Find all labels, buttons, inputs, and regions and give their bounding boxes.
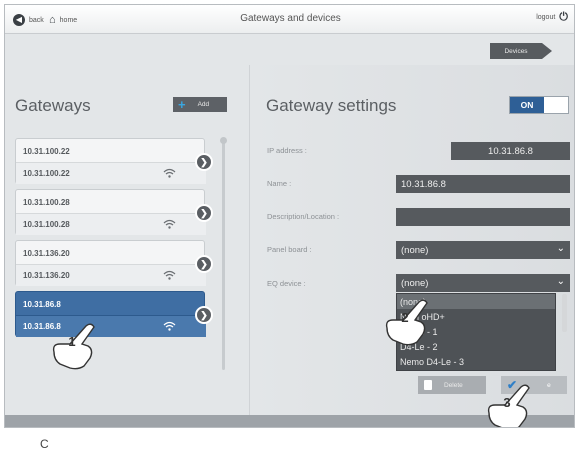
chevron-right-icon[interactable]: ❯ — [195, 153, 213, 171]
gateways-pane: Gateways + Add 10.31.100.22 10.31.100.22… — [5, 65, 249, 417]
gateway-ip: 10.31.100.22 — [23, 146, 70, 156]
toggle-on-label: ON — [510, 97, 544, 113]
gateway-name: 10.31.86.8 — [16, 315, 206, 337]
dropdown-scrollbar[interactable] — [562, 294, 567, 332]
logout-label: logout — [536, 14, 556, 21]
chevron-down-icon: ⌄ — [556, 276, 565, 287]
trash-icon — [424, 380, 432, 390]
stray-character: C — [40, 437, 49, 451]
chevron-right-icon[interactable]: ❯ — [195, 255, 213, 273]
gateway-ip: 10.31.86.8 — [23, 299, 61, 309]
panel-board-select[interactable]: (none) ⌄ — [396, 241, 570, 259]
logout-button[interactable]: logout ⏻ — [536, 12, 568, 23]
settings-pane: Gateway settings ON IP address : 10.31.8… — [250, 65, 574, 417]
devices-button[interactable]: Devices — [490, 43, 552, 59]
panel-board-label: Panel board : — [267, 245, 312, 254]
settings-title: Gateway settings — [266, 96, 397, 115]
description-label: Description/Location : — [267, 212, 340, 221]
gateway-on-toggle[interactable]: ON — [509, 96, 569, 114]
wifi-icon — [163, 315, 176, 337]
chevron-right-icon[interactable]: ❯ — [195, 306, 213, 324]
wifi-icon — [163, 162, 176, 184]
app-window: ◀ back ⌂ home Gateways and devices logou… — [4, 4, 575, 428]
top-bar: ◀ back ⌂ home Gateways and devices logou… — [5, 5, 574, 34]
delete-label: Delete — [444, 381, 463, 389]
description-field[interactable] — [396, 208, 570, 226]
ip-label: IP address : — [267, 146, 307, 155]
wifi-icon — [163, 264, 176, 286]
gateway-card-selected[interactable]: 10.31.86.8 10.31.86.8 ❯ — [15, 291, 213, 337]
gateway-name: 10.31.100.22 — [16, 162, 206, 184]
step-number: 3 — [503, 395, 511, 410]
eq-device-label: EQ device : — [267, 279, 306, 288]
gateways-title: Gateways — [15, 96, 91, 115]
gateway-scrollbar[interactable] — [222, 140, 225, 370]
chevron-right-icon[interactable]: ❯ — [195, 204, 213, 222]
page-title: Gateways and devices — [240, 13, 341, 24]
gateway-name: 10.31.136.20 — [16, 264, 206, 286]
add-label: Add — [197, 101, 210, 108]
gateway-card[interactable]: 10.31.100.22 10.31.100.22 ❯ — [15, 138, 213, 184]
dropdown-option[interactable]: Nemo D4-Le - 3 — [397, 354, 555, 369]
gateway-card[interactable]: 10.31.136.20 10.31.136.20 ❯ — [15, 240, 213, 286]
eq-device-select[interactable]: (none) ⌄ — [396, 274, 570, 292]
pointing-hand-icon: 1 — [48, 322, 102, 370]
gateway-card[interactable]: 10.31.100.28 10.31.100.28 ❯ — [15, 189, 213, 235]
chevron-down-icon: ⌄ — [556, 243, 565, 254]
name-field[interactable]: 10.31.86.8 — [396, 175, 570, 193]
save-label: e — [547, 381, 551, 389]
eq-device-value: (none) — [401, 277, 429, 289]
scrollbar-thumb[interactable] — [220, 137, 227, 144]
gateway-name: 10.31.100.28 — [16, 213, 206, 235]
ip-field[interactable]: 10.31.86.8 — [451, 142, 570, 160]
step-number: 2 — [401, 310, 409, 325]
step-number: 1 — [68, 334, 76, 349]
pointing-hand-icon: 2 — [381, 298, 435, 346]
gateway-ip: 10.31.136.20 — [23, 248, 70, 258]
panel-board-value: (none) — [401, 244, 429, 256]
wifi-icon — [163, 213, 176, 235]
add-gateway-button[interactable]: + Add — [173, 97, 227, 112]
delete-button[interactable]: Delete — [418, 376, 486, 394]
plus-icon: + — [178, 97, 186, 112]
pointing-hand-icon: 3 — [483, 383, 537, 427]
gateway-ip: 10.31.100.28 — [23, 197, 70, 207]
power-icon: ⏻ — [559, 11, 568, 23]
name-label: Name : — [267, 179, 292, 188]
